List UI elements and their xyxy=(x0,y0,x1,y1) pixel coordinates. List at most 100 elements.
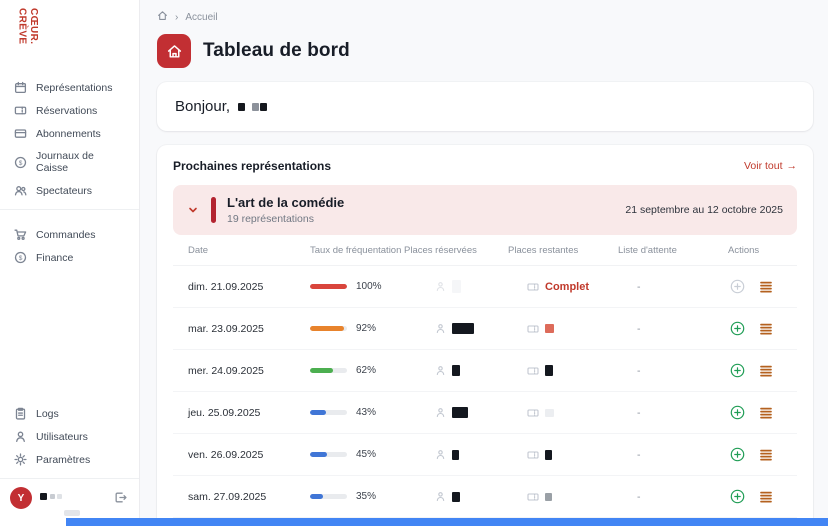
home-icon[interactable] xyxy=(157,10,168,24)
sidebar-item-commandes[interactable]: Commandes xyxy=(0,223,139,246)
occupancy-label: 45% xyxy=(356,449,376,460)
table-row[interactable]: mer. 24.09.2025 62% - xyxy=(173,350,797,392)
col-remaining: Places restantes xyxy=(508,245,618,256)
reserved-cell xyxy=(404,365,508,376)
redacted-value xyxy=(545,365,553,376)
redacted-value xyxy=(452,323,474,334)
table-row[interactable]: dim. 21.09.2025 100% Complet - xyxy=(173,266,797,308)
sidebar-item-label: Abonnements xyxy=(36,128,101,140)
table-row[interactable]: sam. 27.09.2025 35% - xyxy=(173,476,797,518)
remaining-cell xyxy=(508,491,618,503)
remaining-cell xyxy=(508,407,618,419)
occupancy-cell: 35% xyxy=(310,491,404,502)
progress-fill xyxy=(310,284,347,289)
person-icon xyxy=(435,407,446,418)
row-menu-icon[interactable] xyxy=(759,280,773,294)
waitlist-cell: - xyxy=(618,365,728,377)
ticket-small-icon xyxy=(527,491,539,503)
view-all-link[interactable]: Voir tout → xyxy=(744,160,797,172)
table-row[interactable]: jeu. 25.09.2025 43% - xyxy=(173,392,797,434)
waitlist-cell: - xyxy=(618,491,728,503)
page-title: Tableau de bord xyxy=(203,40,350,62)
sidebar-item-label: Commandes xyxy=(36,229,96,241)
show-banner[interactable]: L'art de la comédie 19 représentations 2… xyxy=(173,185,797,235)
add-reservation-button[interactable] xyxy=(730,363,745,378)
section-header: Prochaines représentations Voir tout → xyxy=(173,159,797,173)
complet-label: Complet xyxy=(545,281,589,293)
logo-word-1: CRÈVE xyxy=(16,8,28,66)
row-date: jeu. 25.09.2025 xyxy=(188,407,310,419)
sidebar-item-label: Finance xyxy=(36,252,73,264)
breadcrumb-current[interactable]: Accueil xyxy=(185,12,217,23)
logout-icon[interactable] xyxy=(114,491,127,504)
sidebar-item-label: Paramètres xyxy=(36,454,90,466)
redacted-value xyxy=(40,493,47,500)
occupancy-label: 62% xyxy=(356,365,376,376)
users-icon xyxy=(14,184,27,197)
row-date: mer. 24.09.2025 xyxy=(188,365,310,377)
col-actions: Actions xyxy=(728,245,797,256)
actions-cell xyxy=(728,489,797,504)
occupancy-cell: 45% xyxy=(310,449,404,460)
brand-logo[interactable]: CRÈVE CŒUR. xyxy=(16,8,139,66)
card-icon xyxy=(14,127,27,140)
ticket-small-icon xyxy=(527,365,539,377)
sidebar-item-parametres[interactable]: Paramètres xyxy=(0,448,139,471)
table-row[interactable]: mar. 23.09.2025 92% - xyxy=(173,308,797,350)
row-menu-icon[interactable] xyxy=(759,406,773,420)
row-menu-icon[interactable] xyxy=(759,322,773,336)
view-all-label: Voir tout xyxy=(744,160,783,172)
sidebar-nav-main: Représentations Réservations Abonnements $J… xyxy=(0,76,139,202)
svg-text:$: $ xyxy=(19,255,23,262)
dollar-circle-icon: $ xyxy=(14,156,27,169)
chevron-down-icon[interactable] xyxy=(187,204,199,216)
sidebar-item-abonnements[interactable]: Abonnements xyxy=(0,122,139,145)
show-texts: L'art de la comédie 19 représentations xyxy=(227,195,344,225)
table-row[interactable]: ven. 26.09.2025 45% - xyxy=(173,434,797,476)
occupancy-cell: 62% xyxy=(310,365,404,376)
waitlist-cell: - xyxy=(618,407,728,419)
avatar[interactable]: Y xyxy=(10,487,32,509)
sidebar-item-journaux-de-caisse[interactable]: $Journaux de Caisse xyxy=(0,145,139,179)
col-rate: Taux de fréquentation xyxy=(310,245,404,256)
sidebar-item-finance[interactable]: $ Finance xyxy=(0,246,139,269)
greeting-card: Bonjour, xyxy=(157,82,813,131)
redacted-user-email xyxy=(64,510,80,516)
occupancy-label: 35% xyxy=(356,491,376,502)
add-reservation-button[interactable] xyxy=(730,447,745,462)
waitlist-cell: - xyxy=(618,449,728,461)
actions-cell xyxy=(728,279,797,294)
row-date: sam. 27.09.2025 xyxy=(188,491,310,503)
greeting-text: Bonjour, xyxy=(175,98,230,115)
waitlist-cell: - xyxy=(618,323,728,335)
sidebar-item-label: Utilisateurs xyxy=(36,431,88,443)
person-icon xyxy=(435,491,446,502)
calendar-icon xyxy=(14,81,27,94)
sidebar: CRÈVE CŒUR. Représentations Réservations A… xyxy=(0,0,140,526)
clipboard-icon xyxy=(14,407,27,420)
user-meta xyxy=(40,488,114,516)
add-reservation-button[interactable] xyxy=(730,405,745,420)
bottom-blue-bar xyxy=(66,518,828,526)
main-content: › Accueil Tableau de bord Bonjour, Proch… xyxy=(141,0,828,526)
ticket-small-icon xyxy=(527,407,539,419)
user-icon xyxy=(14,430,27,443)
sidebar-nav-bottom: Logs Utilisateurs Paramètres xyxy=(0,402,139,471)
sidebar-item-utilisateurs[interactable]: Utilisateurs xyxy=(0,425,139,448)
sidebar-item-reservations[interactable]: Réservations xyxy=(0,99,139,122)
add-reservation-button[interactable] xyxy=(730,321,745,336)
sidebar-item-label: Réservations xyxy=(36,105,97,117)
redacted-value xyxy=(452,280,461,293)
row-menu-icon[interactable] xyxy=(759,448,773,462)
redacted-value xyxy=(545,450,552,460)
row-menu-icon[interactable] xyxy=(759,364,773,378)
sidebar-item-spectateurs[interactable]: Spectateurs xyxy=(0,179,139,202)
actions-cell xyxy=(728,405,797,420)
gear-icon xyxy=(14,453,27,466)
add-reservation-button[interactable] xyxy=(730,489,745,504)
breadcrumb: › Accueil xyxy=(157,10,813,24)
actions-cell xyxy=(728,363,797,378)
row-menu-icon[interactable] xyxy=(759,490,773,504)
sidebar-item-representations[interactable]: Représentations xyxy=(0,76,139,99)
sidebar-item-logs[interactable]: Logs xyxy=(0,402,139,425)
